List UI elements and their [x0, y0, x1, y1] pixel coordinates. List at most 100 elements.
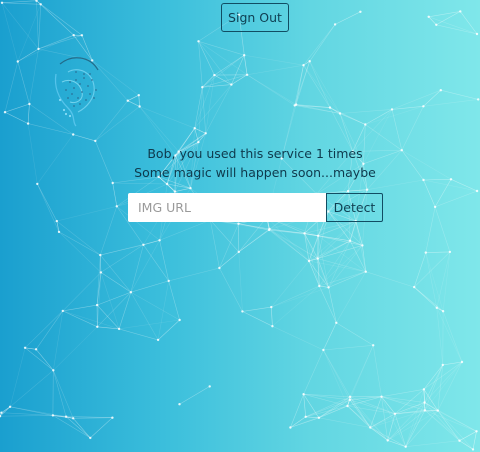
- network-node: [369, 426, 372, 429]
- network-link: [424, 361, 463, 403]
- network-link: [349, 345, 374, 400]
- network-link: [323, 349, 351, 400]
- network-node: [436, 409, 439, 412]
- network-link: [119, 328, 159, 341]
- network-node: [36, 182, 39, 186]
- network-link: [367, 179, 424, 190]
- network-link: [355, 221, 367, 272]
- network-link: [112, 182, 118, 207]
- network-node: [8, 405, 12, 408]
- network-node: [477, 98, 480, 101]
- network-node: [386, 439, 389, 442]
- network-node: [178, 318, 181, 322]
- network-node: [458, 439, 461, 442]
- network-link: [157, 280, 169, 340]
- network-node: [304, 415, 307, 418]
- network-link: [219, 223, 239, 269]
- network-node: [213, 73, 216, 77]
- network-node: [365, 188, 369, 191]
- network-link: [339, 109, 393, 114]
- network-link: [1, 2, 39, 50]
- network-link: [53, 370, 74, 419]
- network-node: [178, 403, 181, 406]
- network-node: [72, 34, 75, 37]
- network-node: [441, 310, 445, 313]
- network-link: [130, 240, 160, 293]
- network-node: [348, 239, 352, 242]
- network-link: [73, 134, 96, 142]
- network-node: [338, 112, 342, 115]
- network-link: [424, 402, 460, 441]
- network-link: [198, 41, 245, 56]
- network-link: [72, 418, 91, 439]
- network-node: [475, 430, 478, 433]
- network-node: [413, 285, 416, 289]
- network-link: [304, 233, 320, 287]
- network-node: [94, 139, 97, 143]
- network-node: [138, 105, 141, 108]
- network-link: [349, 399, 371, 428]
- network-link: [37, 183, 58, 222]
- detect-button[interactable]: Detect: [326, 193, 383, 222]
- network-node: [441, 363, 444, 367]
- network-link: [290, 394, 304, 428]
- network-node: [422, 388, 426, 391]
- network-link: [0, 406, 11, 417]
- network-link: [96, 291, 132, 306]
- network-link: [9, 370, 54, 408]
- network-node: [359, 10, 362, 13]
- network-node: [423, 409, 427, 412]
- network-node: [471, 448, 475, 451]
- network-node: [167, 279, 170, 283]
- network-node: [346, 404, 349, 408]
- network-node: [37, 47, 40, 51]
- network-link: [0, 415, 53, 417]
- network-node: [289, 426, 292, 429]
- network-node: [72, 417, 75, 420]
- network-node: [422, 178, 425, 182]
- network-node: [433, 205, 437, 209]
- network-node: [346, 189, 350, 193]
- network-link: [100, 206, 118, 256]
- network-link: [437, 410, 460, 441]
- network-link: [24, 310, 64, 349]
- network-link: [100, 255, 102, 273]
- network-link: [62, 310, 98, 328]
- network-node: [448, 250, 452, 254]
- network-node: [270, 305, 273, 309]
- network-node: [372, 344, 375, 347]
- network-node: [34, 348, 38, 351]
- network-node: [0, 1, 4, 4]
- network-link: [100, 254, 132, 293]
- network-node: [0, 411, 3, 414]
- sign-out-button[interactable]: Sign Out: [221, 3, 289, 32]
- network-link: [391, 89, 441, 110]
- network-link: [271, 307, 273, 327]
- network-link: [436, 307, 444, 365]
- image-url-input[interactable]: [128, 193, 326, 222]
- network-link: [423, 89, 442, 107]
- network-node: [348, 398, 352, 401]
- network-node: [475, 189, 479, 193]
- network-node: [424, 251, 427, 254]
- network-link: [219, 267, 243, 312]
- network-link: [309, 61, 341, 114]
- network-link: [127, 100, 140, 107]
- network-link: [27, 103, 30, 124]
- network-link: [269, 228, 318, 259]
- network-link: [9, 347, 26, 407]
- network-node: [137, 94, 140, 97]
- network-link: [238, 251, 243, 312]
- network-node: [99, 271, 103, 274]
- network-link: [38, 4, 41, 49]
- network-node: [302, 63, 305, 67]
- network-node: [197, 140, 200, 144]
- network-link: [159, 219, 211, 241]
- network-link: [100, 272, 132, 293]
- network-node: [237, 222, 240, 225]
- network-link: [38, 34, 74, 50]
- network-link: [118, 292, 132, 329]
- network-link: [38, 35, 82, 50]
- network-link: [65, 416, 91, 439]
- network-link: [459, 431, 477, 441]
